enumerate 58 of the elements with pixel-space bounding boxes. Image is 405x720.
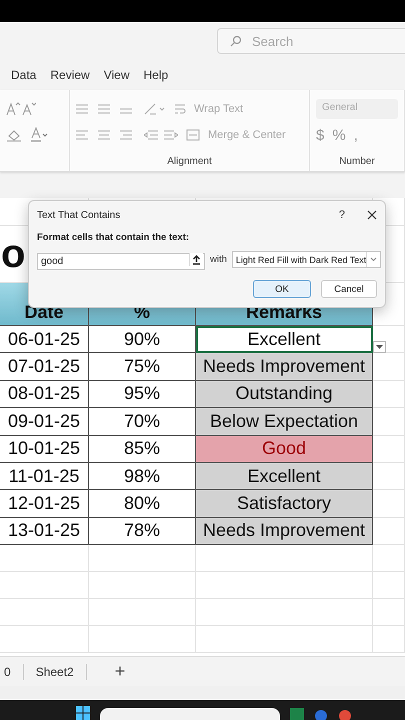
date-cell: 08-01-25 <box>0 380 89 408</box>
fill-color-icon <box>6 128 22 142</box>
dialog-title: Text That Contains <box>37 210 122 220</box>
sheet-tab[interactable]: 0 <box>0 664 24 680</box>
browser-icon <box>338 708 352 720</box>
help-button[interactable]: ? <box>338 209 345 221</box>
remark-cell: Good <box>196 436 373 463</box>
merge-icon <box>186 129 200 141</box>
menu-tab[interactable]: Data <box>11 68 36 82</box>
menu-tab[interactable]: Help <box>144 68 168 82</box>
date-cell: 06-01-25 <box>0 326 89 354</box>
format-dropdown[interactable]: Light Red Fill with Dark Red Text <box>232 251 382 268</box>
text-field[interactable]: good <box>37 253 205 270</box>
percent-cell: 78% <box>89 518 196 546</box>
remark-cell: Needs Improvement <box>196 518 373 546</box>
menu-tab[interactable]: View <box>104 68 130 82</box>
remark-cell: Needs Improvement <box>196 353 373 381</box>
remark-cell: Excellent <box>196 462 373 490</box>
date-cell: 07-01-25 <box>0 353 89 381</box>
percent-cell: 75% <box>89 353 196 381</box>
remark-cell: Excellent <box>196 326 373 354</box>
caret-icon <box>370 257 378 262</box>
caret-icon <box>376 344 383 350</box>
dropdown-button[interactable] <box>373 341 386 353</box>
date-cell: 11-01-25 <box>0 462 89 490</box>
menu-tab[interactable]: Review <box>50 68 90 82</box>
group-label: Number <box>339 156 375 167</box>
percent-cell: 98% <box>89 462 196 490</box>
add-sheet-button[interactable]: + <box>114 661 126 682</box>
with-label: with <box>210 254 227 265</box>
group-label: Alignment <box>167 156 212 167</box>
font-color-icon <box>30 127 48 143</box>
percent-cell: 90% <box>89 326 196 354</box>
orientation-icon <box>144 103 166 115</box>
app-icon <box>314 708 328 720</box>
cancel-button[interactable]: Cancel <box>321 280 377 298</box>
percent-cell: 85% <box>89 436 196 463</box>
font-size-increase-icon <box>6 102 36 116</box>
percent-cell: 70% <box>89 408 196 436</box>
search-field[interactable]: Search <box>217 28 405 54</box>
date-cell: 10-01-25 <box>0 436 89 463</box>
sheet-tab[interactable]: Sheet2 <box>24 664 87 680</box>
search-icon <box>230 35 242 47</box>
percent-cell: 95% <box>89 380 196 408</box>
wrap-text-icon <box>174 103 186 115</box>
ok-button[interactable]: OK <box>253 280 311 298</box>
spreadsheet-app-icon <box>290 708 304 720</box>
date-cell: 13-01-25 <box>0 518 89 546</box>
windows-icon <box>76 706 90 720</box>
remark-cell: Below Expectation <box>196 408 373 436</box>
percent-cell: 80% <box>89 490 196 518</box>
date-cell: 12-01-25 <box>0 490 89 518</box>
remark-cell: Outstanding <box>196 380 373 408</box>
close-button[interactable] <box>367 210 377 220</box>
date-cell: 09-01-25 <box>0 408 89 436</box>
remark-cell: Satisfactory <box>196 490 373 518</box>
upload-arrow-icon[interactable] <box>189 253 203 266</box>
indent-icon <box>144 129 178 141</box>
